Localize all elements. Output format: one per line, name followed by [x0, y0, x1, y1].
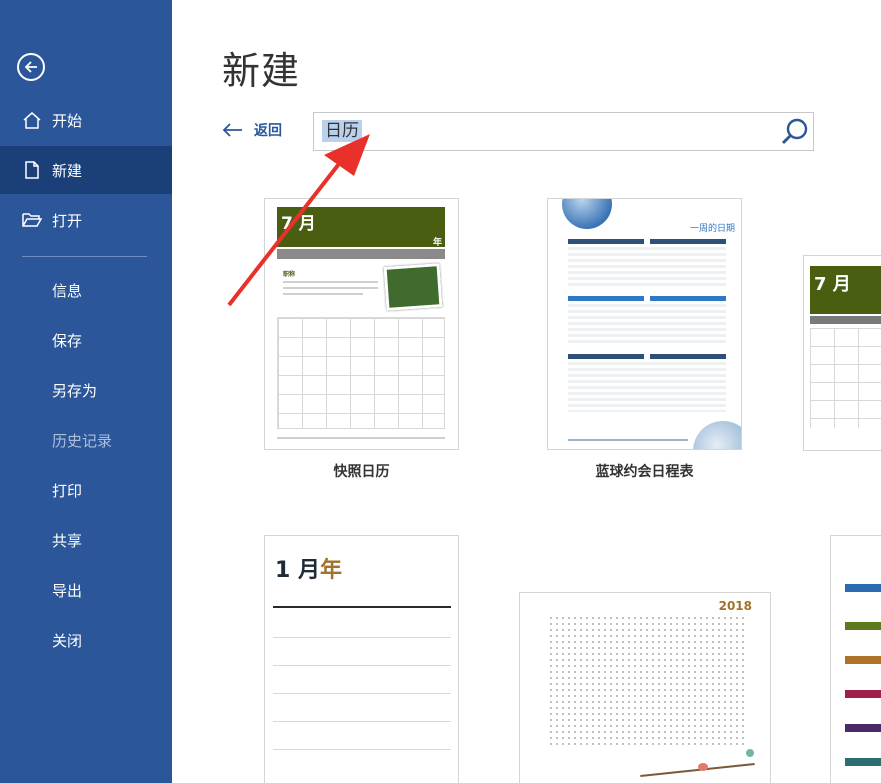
- schedule-rows: [568, 304, 726, 344]
- sidebar-item-label: 打开: [52, 211, 83, 230]
- sidebar-item-new[interactable]: 新建: [0, 146, 172, 194]
- schedule-rows: [568, 362, 726, 412]
- sidebar-item-label: 导出: [52, 581, 83, 600]
- template-name: 快照日历: [333, 464, 390, 480]
- calendar-grid: [277, 317, 445, 429]
- template-thumbnail-january-calendar[interactable]: 1 月 年: [264, 535, 459, 783]
- sidebar-item-save-as[interactable]: 另存为: [0, 366, 172, 414]
- sidebar-item-close[interactable]: 关闭: [0, 616, 172, 664]
- sidebar-item-label: 打印: [52, 481, 83, 500]
- back-link[interactable]: 返回: [222, 120, 282, 140]
- sidebar-item-label: 新建: [52, 161, 83, 180]
- sidebar-divider: [22, 256, 147, 257]
- search-query-text: 日历: [322, 120, 362, 142]
- year-text: 2018: [718, 599, 752, 613]
- mini-month-grid: [548, 615, 748, 745]
- color-band: [845, 622, 881, 630]
- sidebar-item-label: 保存: [52, 331, 83, 350]
- back-link-label: 返回: [254, 123, 282, 139]
- year-text: 年: [433, 238, 443, 248]
- sidebar-item-label: 开始: [52, 111, 83, 130]
- template-search-input[interactable]: 日历: [313, 112, 814, 151]
- sidebar-item-export[interactable]: 导出: [0, 566, 172, 614]
- header-rule: [273, 606, 451, 608]
- toucan-photo: [383, 263, 443, 311]
- footer-line: [277, 437, 445, 439]
- color-band: [845, 584, 881, 592]
- text-line: [283, 281, 378, 283]
- search-icon[interactable]: [779, 116, 811, 148]
- sidebar-item-label: 信息: [52, 281, 83, 300]
- month-text: 7 月: [814, 274, 851, 295]
- sidebar-item-share[interactable]: 共享: [0, 516, 172, 564]
- back-arrow-icon[interactable]: [17, 53, 45, 81]
- calendar-rows: [273, 610, 451, 760]
- color-band: [845, 758, 881, 766]
- sidebar-item-print[interactable]: 打印: [0, 466, 172, 514]
- template-thumbnail-2018-calendar[interactable]: 2018: [519, 592, 771, 783]
- year-text: 年: [319, 558, 342, 583]
- sidebar-item-label: 另存为: [52, 381, 98, 400]
- page-title: 新建: [222, 49, 301, 93]
- template-thumbnail-calendar-3[interactable]: 7 月: [803, 255, 881, 451]
- sidebar-item-open[interactable]: 打开: [0, 196, 172, 244]
- calendar-grid: [810, 328, 881, 428]
- bird-icon: [746, 749, 754, 757]
- template-thumbnail-blue-sphere-schedule[interactable]: 一周的日期: [547, 198, 742, 450]
- template-thumbnail-snapshot-calendar[interactable]: 7 月 年 职称: [264, 198, 459, 450]
- blue-sphere-icon: [693, 421, 741, 449]
- day-header: [568, 239, 644, 244]
- heading-text: 职称: [283, 271, 296, 278]
- month-text: 1 月: [275, 558, 320, 583]
- sidebar-item-save[interactable]: 保存: [0, 316, 172, 364]
- template-name: 蓝球约会日程表: [595, 464, 694, 480]
- sidebar-item-label: 关闭: [52, 631, 83, 650]
- schedule-heading: 一周的日期: [689, 224, 735, 234]
- subtitle-bar: [810, 316, 881, 324]
- bird-icon: [698, 763, 708, 771]
- sidebar-item-label: 历史记录: [52, 431, 113, 450]
- home-icon: [22, 110, 42, 130]
- subtitle-bar: [277, 249, 445, 259]
- backstage-sidebar: 开始 新建 打开 信息 保存 另存为 历史记录 打印 共享 导出 关闭: [0, 0, 172, 783]
- text-line: [283, 293, 363, 295]
- sidebar-item-home[interactable]: 开始: [0, 96, 172, 144]
- month-year-heading: 1 月 年: [275, 552, 342, 584]
- schedule-rows: [568, 247, 726, 287]
- left-arrow-icon: [222, 123, 242, 137]
- color-band: [845, 690, 881, 698]
- month-text: 7 月: [281, 214, 316, 234]
- day-header: [650, 296, 726, 301]
- day-header: [568, 354, 644, 359]
- text-line: [283, 287, 378, 289]
- template-thumbnail-calendar-6[interactable]: [830, 535, 881, 783]
- day-header: [568, 296, 644, 301]
- color-band: [845, 724, 881, 732]
- day-header: [650, 354, 726, 359]
- color-band: [845, 656, 881, 664]
- new-document-icon: [22, 160, 42, 180]
- sidebar-item-history: 历史记录: [0, 416, 172, 464]
- footer-line: [568, 439, 688, 441]
- folder-open-icon: [22, 210, 43, 230]
- sidebar-item-info[interactable]: 信息: [0, 266, 172, 314]
- sidebar-item-label: 共享: [52, 531, 83, 550]
- day-header: [650, 239, 726, 244]
- blue-sphere-icon: [562, 199, 612, 229]
